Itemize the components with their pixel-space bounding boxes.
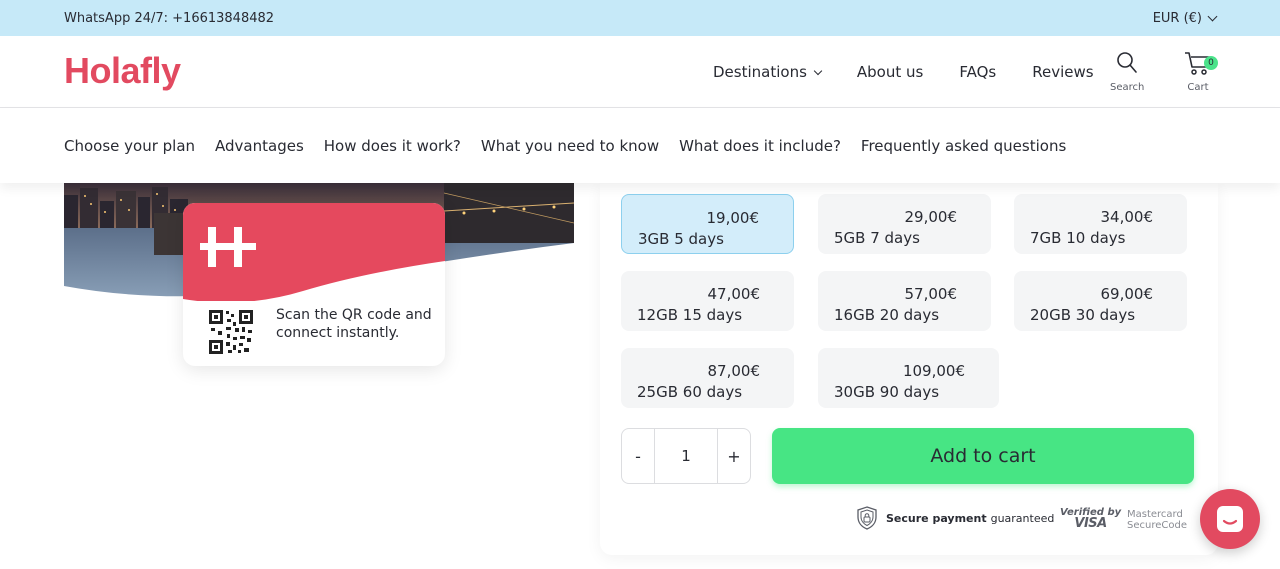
plan-price: 19,00€ xyxy=(706,209,760,227)
esim-card-illustration: Scan the QR code and connect instantly. xyxy=(183,203,445,366)
sim-card-caption: Scan the QR code and connect instantly. xyxy=(276,307,432,341)
search-label: Search xyxy=(1110,82,1145,93)
main-nav: Destinations About us FAQs Reviews xyxy=(713,36,1130,108)
plan-name: 7GB 10 days xyxy=(1030,229,1126,247)
chat-button[interactable] xyxy=(1200,489,1260,549)
nav-reviews[interactable]: Reviews xyxy=(1032,63,1093,81)
chevron-down-icon xyxy=(1207,11,1218,21)
nav-faqs[interactable]: FAQs xyxy=(959,63,996,81)
nav-destinations[interactable]: Destinations xyxy=(713,63,823,81)
plan-price: 29,00€ xyxy=(904,208,958,226)
shield-lock-icon xyxy=(857,506,877,530)
plan-option[interactable]: 57,00€ 16GB 20 days xyxy=(818,271,991,331)
plan-name: 12GB 15 days xyxy=(637,306,743,324)
cart-label: Cart xyxy=(1187,82,1209,93)
cart-button[interactable]: 0 Cart xyxy=(1184,50,1218,93)
subnav-choose-plan[interactable]: Choose your plan xyxy=(64,137,195,155)
secure-payment-bold: Secure payment xyxy=(886,511,987,525)
plan-price: 47,00€ xyxy=(707,285,761,303)
plan-option[interactable]: 47,00€ 12GB 15 days xyxy=(621,271,794,331)
currency-label: EUR (€) xyxy=(1152,10,1202,26)
cart-count-badge: 0 xyxy=(1204,56,1218,70)
plan-name: 25GB 60 days xyxy=(637,383,743,401)
plan-option[interactable]: 29,00€ 5GB 7 days xyxy=(818,194,991,254)
add-to-cart-button[interactable]: Add to cart xyxy=(772,428,1194,484)
plan-name: 5GB 7 days xyxy=(834,229,920,247)
subnav-advantages[interactable]: Advantages xyxy=(215,137,304,155)
logo-text: Holafly xyxy=(64,50,181,91)
plan-price: 69,00€ xyxy=(1100,285,1154,303)
secure-payment-rest: guaranteed xyxy=(990,511,1055,525)
increase-quantity-button[interactable]: + xyxy=(718,429,750,483)
holafly-h-icon xyxy=(200,227,256,267)
plan-price: 109,00€ xyxy=(902,362,965,380)
plan-option[interactable]: 87,00€ 25GB 60 days xyxy=(621,348,794,408)
subnav-how-it-works[interactable]: How does it work? xyxy=(324,137,461,155)
chat-icon xyxy=(1217,506,1243,532)
subnav-faq[interactable]: Frequently asked questions xyxy=(861,137,1066,155)
quantity-input[interactable] xyxy=(654,429,718,483)
quantity-stepper: - + xyxy=(621,428,751,484)
plan-option[interactable]: 109,00€ 30GB 90 days xyxy=(818,348,999,408)
nav-destinations-label: Destinations xyxy=(713,63,807,81)
plan-price: 87,00€ xyxy=(707,362,761,380)
section-nav: Choose your plan Advantages How does it … xyxy=(0,108,1280,183)
plan-name: 30GB 90 days xyxy=(834,383,940,401)
search-button[interactable]: Search xyxy=(1110,50,1144,93)
plan-price: 57,00€ xyxy=(904,285,958,303)
secure-payment-note: Secure payment guaranteed xyxy=(856,506,1054,530)
search-icon xyxy=(1117,52,1137,73)
plan-name: 16GB 20 days xyxy=(834,306,940,324)
mc-line1: Mastercard xyxy=(1127,509,1183,520)
mastercard-securecode-logo: Mastercard SecureCode xyxy=(1127,509,1187,531)
qr-code-icon xyxy=(209,310,253,354)
mc-line2: SecureCode xyxy=(1127,520,1187,531)
plan-option[interactable]: 34,00€ 7GB 10 days xyxy=(1014,194,1187,254)
logo[interactable]: Holafly xyxy=(64,50,181,92)
nav-about-us[interactable]: About us xyxy=(857,63,923,81)
plan-price: 34,00€ xyxy=(1100,208,1154,226)
subnav-what-included[interactable]: What does it include? xyxy=(679,137,841,155)
currency-selector[interactable]: EUR (€) xyxy=(1152,10,1218,26)
visa-line2: VISA xyxy=(1074,516,1107,531)
top-bar: WhatsApp 24/7: +16613848482 EUR (€) xyxy=(0,0,1280,36)
main-header: Holafly Destinations About us FAQs Revie… xyxy=(0,36,1280,108)
plan-name: 3GB 5 days xyxy=(638,230,724,248)
decrease-quantity-button[interactable]: - xyxy=(622,429,654,483)
plan-name: 20GB 30 days xyxy=(1030,306,1136,324)
plan-option[interactable]: 19,00€ 3GB 5 days xyxy=(621,194,794,254)
subnav-need-to-know[interactable]: What you need to know xyxy=(481,137,659,155)
whatsapp-contact[interactable]: WhatsApp 24/7: +16613848482 xyxy=(64,11,274,26)
chevron-down-icon xyxy=(813,66,823,75)
verified-by-visa-logo: Verified by VISA xyxy=(1060,507,1121,531)
plan-option[interactable]: 69,00€ 20GB 30 days xyxy=(1014,271,1187,331)
